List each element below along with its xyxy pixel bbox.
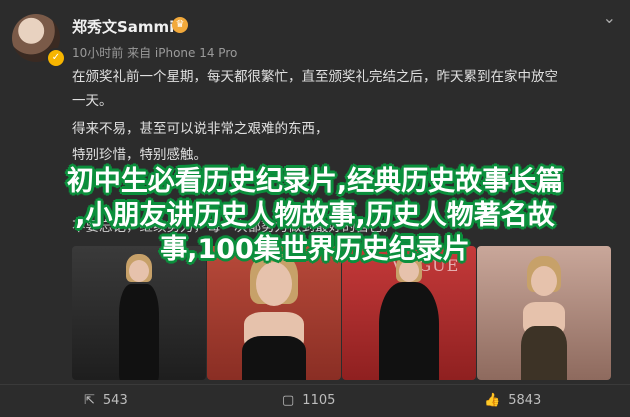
vip-crown-icon: ♛ <box>172 17 188 33</box>
post-text-line-2: 一天。 <box>72 93 113 109</box>
share-count: 543 <box>102 393 128 408</box>
comment-count: 1105 <box>302 393 336 408</box>
weibo-post-card: ✓ 郑秀文Sammi ♛ 10小时前 来自 iPhone 14 Pro ⌄ 在颁… <box>0 0 630 416</box>
more-options-icon[interactable]: ⌄ <box>603 8 616 27</box>
post-meta: 10小时前 来自 iPhone 14 Pro <box>72 46 238 60</box>
share-button[interactable]: ⇱ 543 <box>84 393 128 408</box>
like-button[interactable]: 👍 5843 <box>484 393 541 408</box>
comment-icon: ▢ <box>282 393 295 408</box>
post-text-line-4: 特别珍惜，特别感触。 <box>72 147 207 163</box>
author-name[interactable]: 郑秀文Sammi <box>72 16 174 37</box>
verified-badge-icon: ✓ <box>46 48 66 68</box>
overlay-title-line-2: ,小朋友讲历史人物故事,历史人物著名故 <box>75 200 555 231</box>
comment-button[interactable]: ▢ 1105 <box>282 393 335 408</box>
share-icon: ⇱ <box>84 393 95 408</box>
like-icon: 👍 <box>484 393 501 408</box>
post-text-line-1: 在颁奖礼前一个星期，每天都很繁忙，直至颁奖礼完结之后，昨天累到在家中放空 <box>72 69 558 85</box>
overlay-title-line-1: 初中生必看历史纪录片,经典历史故事长篇 <box>66 166 564 197</box>
action-bar: ⇱ 543 ▢ 1105 👍 5843 <box>0 384 630 417</box>
post-text-line-3: 得来不易，甚至可以说非常之艰难的东西， <box>72 121 329 137</box>
overlay-title-line-3: 事,100集世界历史纪录片 <box>160 234 470 265</box>
like-count: 5843 <box>508 393 542 408</box>
